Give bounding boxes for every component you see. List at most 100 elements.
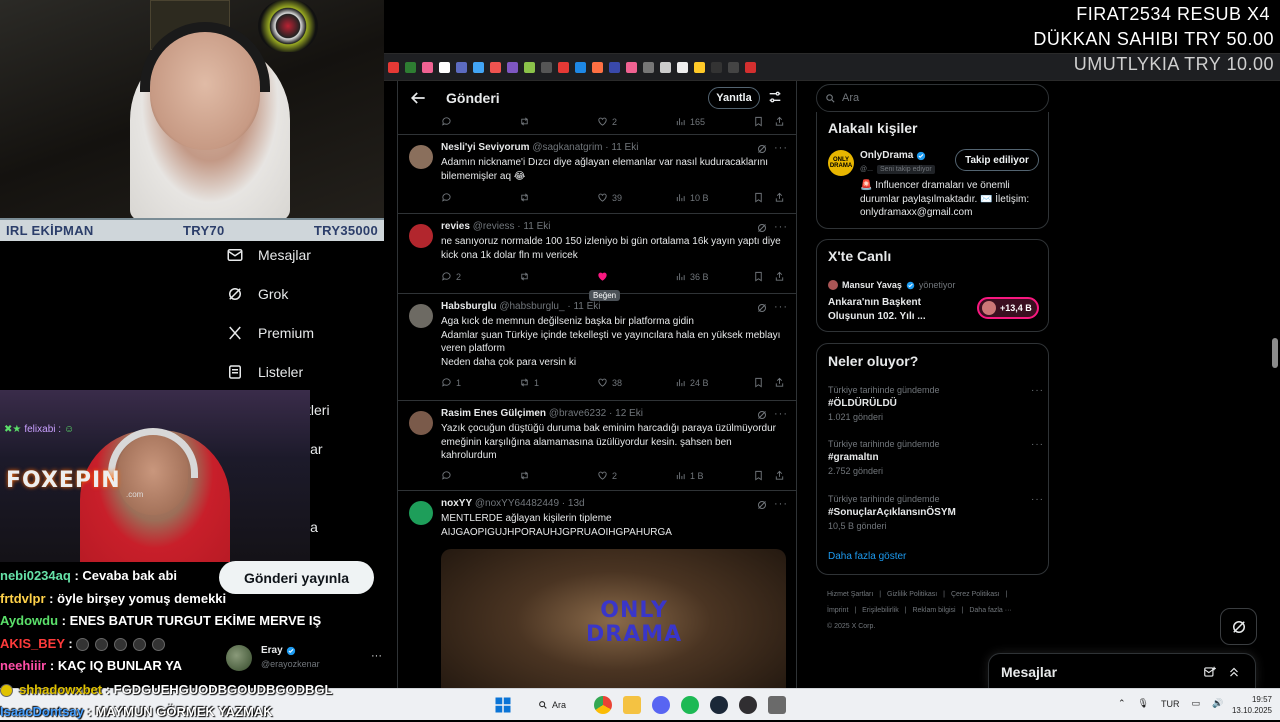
bookmark-icon[interactable] [677, 61, 688, 73]
footer-link[interactable]: Hizmet Şartları [827, 591, 873, 598]
chevron-up-icon[interactable]: ⌃ [1118, 698, 1126, 709]
tweet-author[interactable]: Rasim Enes Gülçimen [441, 408, 546, 419]
retweet-action[interactable] [519, 192, 530, 203]
retweet-action[interactable] [519, 470, 530, 481]
nav-item-premium[interactable]: Premium [226, 324, 314, 342]
bookmark-icon[interactable] [609, 61, 620, 73]
person-name-row[interactable]: OnlyDrama [860, 150, 926, 161]
views-action[interactable]: 36 B [675, 271, 709, 282]
chrome-icon[interactable] [594, 696, 612, 714]
views-action[interactable]: 10 B [675, 192, 709, 203]
bookmark-icon[interactable] [405, 61, 416, 73]
following-button[interactable]: Takip ediliyor [955, 149, 1039, 171]
footer-link[interactable]: Daha fazla ··· [969, 607, 1011, 614]
trend-item[interactable]: Türkiye tarihinde gündemde #gramaltın 2.… [828, 439, 1043, 476]
chevron-up-icon[interactable] [1227, 665, 1241, 679]
tweet[interactable]: noxYY @noxYY64482449 · 13d ··· MENTLERDE… [398, 491, 796, 688]
nav-item-lists[interactable]: Listeler [226, 363, 303, 381]
grok-icon[interactable] [756, 409, 768, 421]
bookmark-icon[interactable] [660, 61, 671, 73]
bookmark-icon[interactable] [388, 61, 399, 73]
bookmark-icon[interactable] [439, 61, 450, 73]
footer-link[interactable]: Reklam bilgisi [912, 607, 955, 614]
bookmark-icon[interactable] [456, 61, 467, 73]
sliders-icon[interactable] [767, 89, 783, 105]
tweet-author[interactable]: noxYY [441, 498, 472, 509]
bookmark-action[interactable] [753, 470, 764, 481]
tweet-author[interactable]: Habsburglu [441, 301, 497, 312]
footer-link[interactable]: İmprint [827, 607, 848, 614]
retweet-action[interactable] [519, 271, 530, 282]
more-icon[interactable]: ··· [1031, 439, 1044, 450]
like-action[interactable] [597, 271, 608, 282]
views-action[interactable]: 1 B [675, 470, 704, 481]
grok-icon[interactable] [756, 222, 768, 234]
taskbar-search[interactable]: Ara [530, 695, 582, 715]
footer-link[interactable]: Gizlilik Politikası [887, 591, 937, 598]
tweet-partial[interactable]: 2 165 [398, 114, 796, 135]
bookmark-icon[interactable] [626, 61, 637, 73]
views-action[interactable]: 24 B [675, 377, 709, 388]
discord-icon[interactable] [652, 696, 670, 714]
more-icon[interactable]: ··· [371, 650, 382, 662]
bookmark-icon[interactable] [728, 61, 739, 73]
more-icon[interactable]: ··· [774, 408, 788, 420]
bookmark-icon[interactable] [524, 61, 535, 73]
reply-action[interactable] [441, 470, 452, 481]
tweet[interactable]: Habsburglu @habsburglu_ · 11 Eki ··· Aga… [398, 294, 796, 401]
reply-action[interactable] [441, 116, 452, 127]
avatar[interactable] [409, 304, 433, 328]
more-icon[interactable]: ··· [774, 498, 788, 510]
spotify-icon[interactable] [681, 696, 699, 714]
search-box[interactable]: Ara [816, 84, 1049, 112]
scrollbar-thumb[interactable] [1272, 338, 1278, 368]
live-listeners-pill[interactable]: +13,4 B [977, 297, 1039, 319]
taskbar-clock[interactable]: 19:57 13.10.2025 [1224, 694, 1272, 716]
steam-icon[interactable] [710, 696, 728, 714]
nav-item-partial[interactable]: tleri [307, 402, 330, 418]
more-icon[interactable]: ··· [774, 142, 788, 154]
grok-icon[interactable] [756, 499, 768, 511]
bookmark-action[interactable] [753, 271, 764, 282]
reply-action[interactable]: 1 [441, 377, 461, 388]
tweet-author[interactable]: revies [441, 221, 470, 232]
bookmark-icon[interactable] [694, 61, 705, 73]
bookmark-action[interactable] [753, 116, 764, 127]
scrollbar[interactable] [1270, 81, 1280, 688]
reply-action[interactable]: 2 [441, 271, 461, 282]
share-action[interactable] [774, 271, 785, 282]
bookmark-icon[interactable] [745, 61, 756, 73]
language-indicator[interactable]: TUR [1161, 699, 1180, 709]
grok-icon[interactable] [756, 302, 768, 314]
bookmark-icon[interactable] [711, 61, 722, 73]
nav-item-grok[interactable]: Grok [226, 285, 288, 303]
live-host-row[interactable]: Mansur Yavaş yönetiyor [828, 280, 955, 290]
more-icon[interactable]: ··· [1031, 385, 1044, 396]
retweet-action[interactable] [519, 116, 530, 127]
trend-item[interactable]: Türkiye tarihinde gündemde #SonuçlarAçık… [828, 494, 1043, 531]
avatar[interactable] [409, 145, 433, 169]
avatar[interactable] [409, 224, 433, 248]
like-action[interactable]: 2 [597, 470, 617, 481]
footer-link[interactable]: Çerez Politikası [951, 591, 1000, 598]
messages-drawer[interactable]: Mesajlar [988, 653, 1256, 689]
new-message-icon[interactable] [1203, 665, 1217, 679]
avatar[interactable] [409, 501, 433, 525]
more-icon[interactable]: ··· [1031, 494, 1044, 505]
bookmark-icon[interactable] [592, 61, 603, 73]
bookmark-icon[interactable] [490, 61, 501, 73]
live-title[interactable]: Ankara'nın Başkent Oluşunun 102. Yılı ..… [828, 296, 948, 324]
nav-item-messages[interactable]: Mesajlar [226, 246, 311, 264]
calculator-icon[interactable] [768, 696, 786, 714]
avatar[interactable] [409, 411, 433, 435]
folder-icon[interactable] [623, 696, 641, 714]
like-action[interactable]: 39 [597, 192, 622, 203]
back-arrow-icon[interactable] [408, 88, 428, 108]
bookmark-icon[interactable] [575, 61, 586, 73]
grok-icon[interactable] [756, 143, 768, 155]
trend-item[interactable]: Türkiye tarihinde gündemde #ÖLDÜRÜLDÜ 1.… [828, 385, 1043, 422]
tweet-image[interactable]: ONLY DRAMA [441, 549, 786, 688]
bookmark-action[interactable] [753, 192, 764, 203]
views-action[interactable]: 165 [675, 116, 705, 127]
share-action[interactable] [774, 377, 785, 388]
